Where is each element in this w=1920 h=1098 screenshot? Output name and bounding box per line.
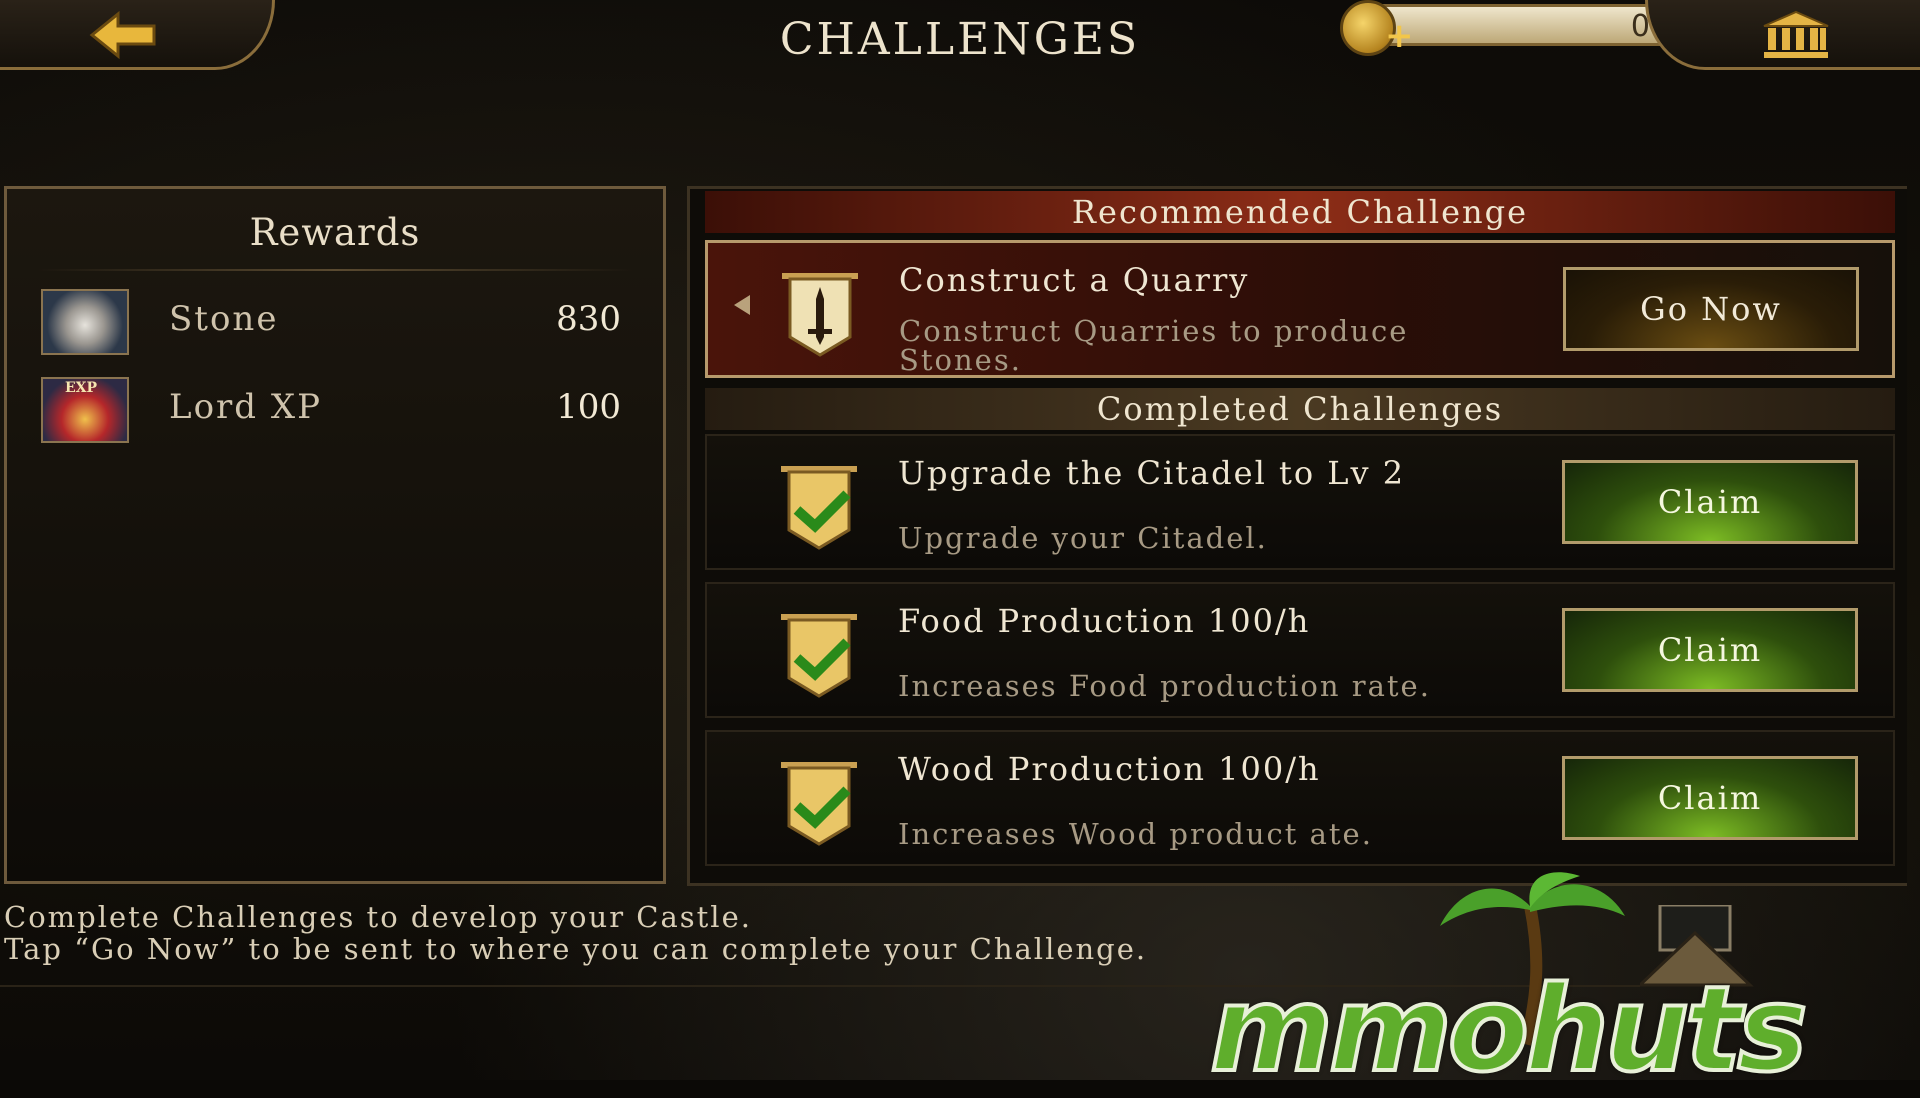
completed-check-banner-icon <box>781 762 857 846</box>
completed-challenges-header: Completed Challenges <box>705 388 1895 430</box>
divider <box>37 269 633 271</box>
footer-hint-line-2: Tap “Go Now” to be sent to where you can… <box>4 932 1148 966</box>
mmohuts-watermark: mmohuts <box>1208 958 1810 1098</box>
completed-challenge-card[interactable]: Wood Production 100/h Increases Wood pro… <box>705 730 1895 866</box>
quarry-banner-icon <box>782 273 858 357</box>
reward-name: Lord XP <box>169 387 322 427</box>
challenge-description: Upgrade your Citadel. <box>898 521 1268 555</box>
reward-item-lord-xp: EXP Lord XP 100 <box>41 377 621 447</box>
challenge-title: Construct a Quarry <box>899 261 1250 299</box>
top-bar: CHALLENGES 0 + <box>0 0 1920 72</box>
left-arrow-icon <box>734 295 750 315</box>
recommended-challenge-card[interactable]: Construct a Quarry Construct Quarries to… <box>705 240 1895 378</box>
challenge-description: Construct Quarries to produce Stones. <box>899 314 1409 377</box>
add-currency-icon[interactable]: + <box>1385 16 1414 56</box>
reward-name: Stone <box>169 299 279 339</box>
lord-xp-crown-icon: EXP <box>41 377 129 443</box>
claim-button[interactable]: Claim <box>1562 756 1858 840</box>
completed-challenge-card[interactable]: Food Production 100/h Increases Food pro… <box>705 582 1895 718</box>
challenge-title: Food Production 100/h <box>898 602 1311 640</box>
claim-button[interactable]: Claim <box>1562 608 1858 692</box>
recommended-challenge-header: Recommended Challenge <box>705 191 1895 233</box>
rewards-panel: Rewards Stone 830 EXP Lord XP 100 <box>4 186 666 884</box>
reward-item-stone: Stone 830 <box>41 289 621 359</box>
rewards-title: Rewards <box>249 211 421 254</box>
go-now-button[interactable]: Go Now <box>1563 267 1859 351</box>
completed-check-banner-icon <box>781 466 857 550</box>
reward-amount: 100 <box>556 387 621 427</box>
challenge-title: Upgrade the Citadel to Lv 2 <box>898 454 1406 492</box>
bank-building-icon[interactable] <box>1760 10 1832 60</box>
challenge-description: Increases Food production rate. <box>898 669 1431 703</box>
stone-icon <box>41 289 129 355</box>
completed-check-banner-icon <box>781 614 857 698</box>
reward-amount: 830 <box>556 299 621 339</box>
claim-button[interactable]: Claim <box>1562 460 1858 544</box>
challenge-title: Wood Production 100/h <box>898 750 1321 788</box>
footer-hint-line-1: Complete Challenges to develop your Cast… <box>4 900 752 934</box>
completed-challenge-card[interactable]: Upgrade the Citadel to Lv 2 Upgrade your… <box>705 434 1895 570</box>
exp-tag: EXP <box>65 380 98 396</box>
challenge-description: Increases Wood product ate. <box>898 817 1373 851</box>
